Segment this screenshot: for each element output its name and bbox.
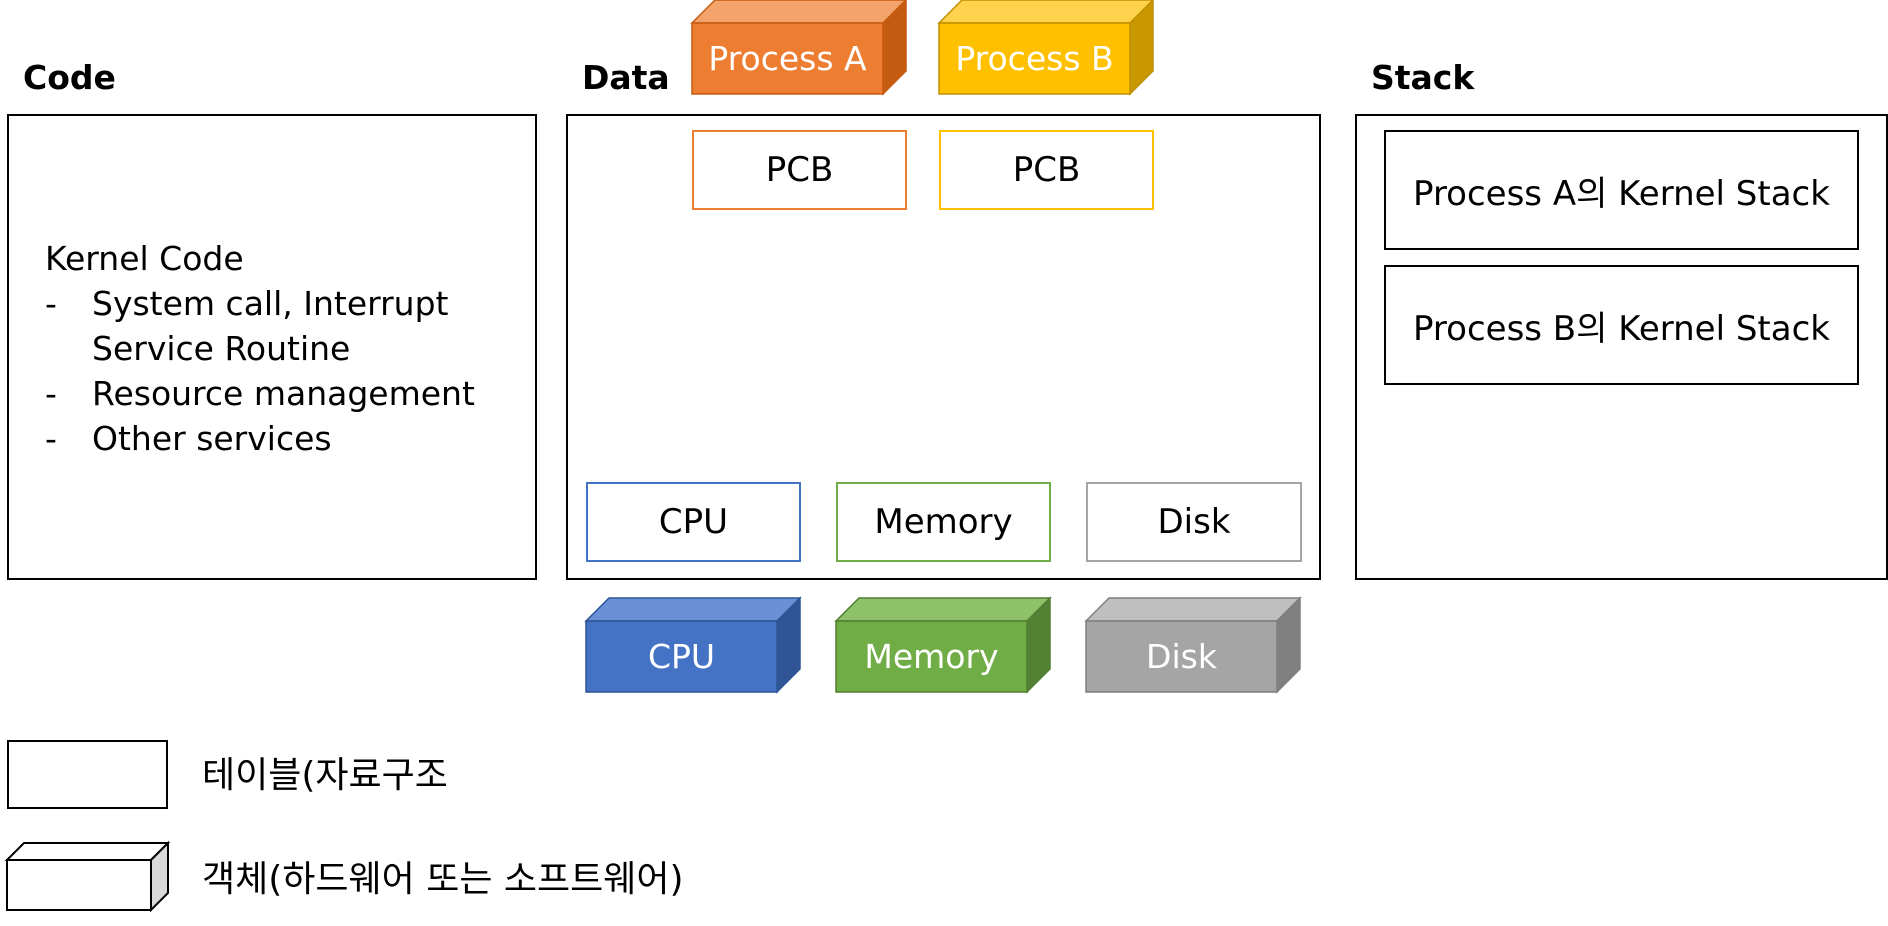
code-heading: Code	[23, 58, 116, 97]
disk-object-label: Disk	[1146, 637, 1217, 676]
process-b-object: Process B	[937, 0, 1155, 96]
cpu-object-label: CPU	[647, 637, 716, 676]
cpu-object: CPU	[584, 596, 802, 694]
pcb-a-table: PCB	[692, 130, 907, 210]
process-a-kernel-stack: Process A의 Kernel Stack	[1384, 130, 1859, 250]
legend-object-symbol	[4, 840, 171, 913]
kernel-code-item: - Other services	[45, 419, 332, 458]
kernel-code-text: Kernel Code - System call, Interrupt Serv…	[45, 236, 515, 461]
legend-object-label: 객체(하드웨어 또는 소프트웨어)	[202, 859, 684, 900]
code-panel: Kernel Code - System call, Interrupt Serv…	[7, 114, 537, 580]
kernel-code-title: Kernel Code	[45, 239, 244, 278]
process-b-kernel-stack: Process B의 Kernel Stack	[1384, 265, 1859, 385]
kernel-code-list: - System call, Interrupt Service Routine …	[45, 281, 515, 461]
process-a-object: Process A	[690, 0, 908, 96]
process-a-label: Process A	[708, 39, 867, 78]
kernel-code-item: - Resource management	[45, 374, 475, 413]
legend-table-label: 테이블(자료구조	[202, 755, 448, 796]
pcb-b-table: PCB	[939, 130, 1154, 210]
memory-table: Memory	[836, 482, 1051, 562]
data-heading: Data	[582, 58, 670, 97]
kernel-code-item: - System call, Interrupt Service Routine	[45, 284, 449, 368]
disk-object: Disk	[1084, 596, 1302, 694]
legend-table-symbol	[7, 740, 168, 809]
disk-table: Disk	[1086, 482, 1302, 562]
cpu-table: CPU	[586, 482, 801, 562]
memory-object-label: Memory	[864, 637, 999, 676]
memory-object: Memory	[834, 596, 1052, 694]
process-b-label: Process B	[955, 39, 1114, 78]
stack-heading: Stack	[1371, 58, 1475, 97]
